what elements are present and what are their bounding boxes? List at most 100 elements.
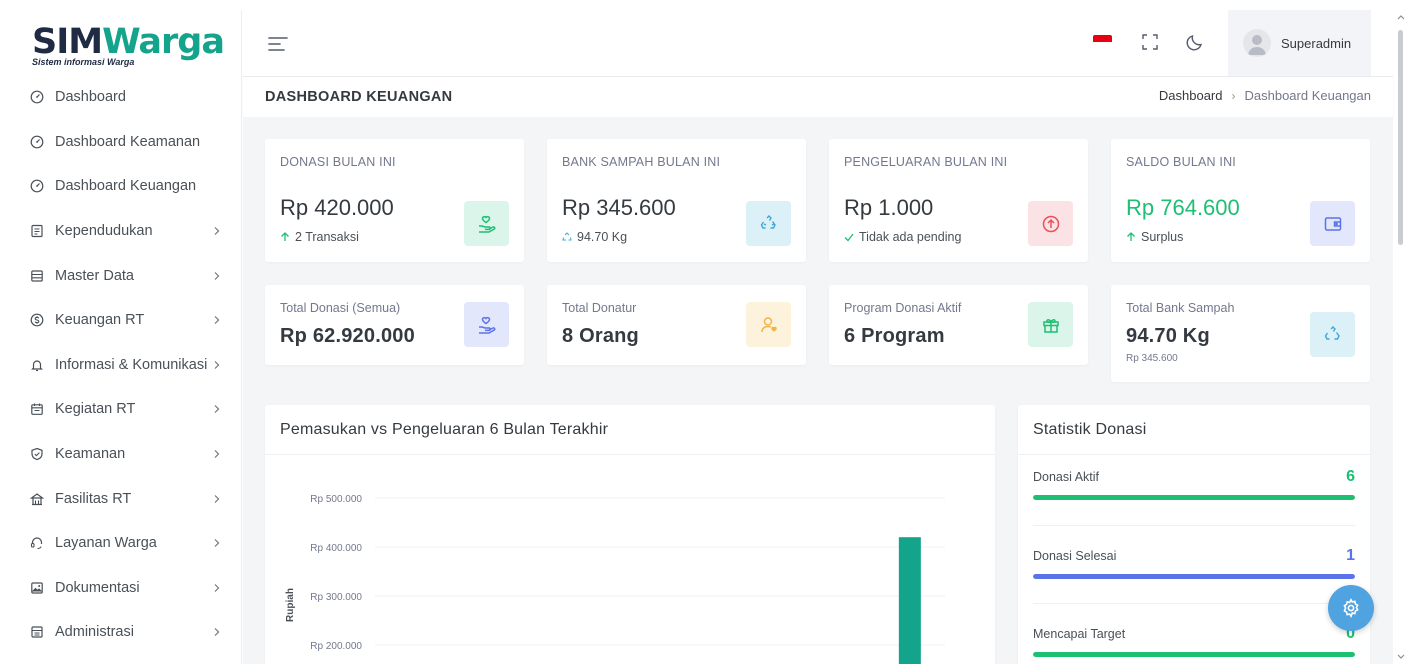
stat-card-total-donatur: Total Donatur 8 Orang (547, 285, 806, 365)
sidebar-item-label: Dashboard Keamanan (55, 133, 201, 150)
chevron-right-icon (212, 404, 222, 414)
kpi-card-bank-sampah: BANK SAMPAH BULAN INI Rp 345.600 94.70 K… (547, 139, 806, 262)
sidebar-item-label: Kependudukan (55, 223, 153, 240)
archive-icon (30, 625, 44, 639)
check-icon (844, 233, 854, 242)
sidebar-item-keuangan-rt[interactable]: Keuangan RT (0, 298, 242, 343)
kpi-sub-text: Surplus (1141, 230, 1184, 244)
building-icon (30, 492, 44, 506)
sidebar-item-dashboard-keamanan[interactable]: Dashboard Keamanan (0, 120, 242, 165)
progress-fill (1033, 495, 1355, 500)
sidebar-item-layanan-warga[interactable]: Layanan Warga (0, 521, 242, 566)
sidebar-item-informasi-komunikasi[interactable]: Informasi & Komunikasi (0, 343, 242, 388)
arrow-up-icon (281, 232, 289, 241)
chart-title: Pemasukan vs Pengeluaran 6 Bulan Terakhi… (280, 421, 609, 438)
sidebar-item-label: Dokumentasi (55, 579, 140, 596)
scroll-up-icon[interactable] (1397, 13, 1405, 21)
y-tick-label: Rp 400.000 (310, 543, 362, 554)
sidebar-item-administrasi[interactable]: Administrasi (0, 610, 242, 655)
sidebar-item-dashboard[interactable]: Dashboard (0, 75, 242, 120)
gift-icon (1028, 302, 1073, 347)
stat-label: Total Donatur (562, 301, 637, 315)
recycle-icon (562, 232, 572, 241)
language-flag-icon[interactable] (1093, 35, 1112, 49)
chart-panel-header: Pemasukan vs Pengeluaran 6 Bulan Terakhi… (265, 405, 995, 455)
sidebar: SIMWarga Sistem informasi Warga Dashboar… (0, 10, 242, 664)
sidebar-item-label: Informasi & Komunikasi (55, 356, 208, 373)
stat-card-bank-sampah: Total Bank Sampah 94.70 Kg Rp 345.600 (1111, 285, 1370, 382)
scroll-down-icon[interactable] (1397, 653, 1405, 661)
user-heart-icon (746, 302, 791, 347)
user-menu[interactable]: Superadmin (1228, 10, 1371, 76)
stat-value: Rp 62.920.000 (280, 325, 415, 347)
chevron-right-icon (212, 226, 222, 236)
progress-fill (1033, 652, 1355, 657)
stat-row-label: Donasi Aktif (1033, 470, 1100, 484)
kpi-value: Rp 1.000 (844, 195, 934, 220)
stat-row-label: Mencapai Target (1033, 627, 1126, 641)
kpi-card-saldo: SALDO BULAN INI Rp 764.600 Surplus (1111, 139, 1370, 262)
brand-logo[interactable]: SIMWarga Sistem informasi Warga (32, 24, 225, 67)
image-icon (30, 581, 44, 595)
kpi-value: Rp 345.600 (562, 195, 676, 220)
chevron-right-icon (212, 360, 222, 370)
hand-heart-icon (464, 201, 509, 246)
y-tick-label: Rp 300.000 (310, 592, 362, 603)
avatar (1243, 29, 1271, 57)
kpi-sub-text: 2 Transaksi (295, 230, 359, 244)
sidebar-item-label: Dashboard (55, 89, 126, 106)
arrow-up-icon (1127, 232, 1135, 241)
stat-label: Total Bank Sampah (1126, 301, 1235, 315)
sidebar-item-master-data[interactable]: Master Data (0, 253, 242, 298)
fullscreen-icon[interactable] (1140, 32, 1160, 52)
sidebar-item-dashboard-keuangan[interactable]: Dashboard Keuangan (0, 164, 242, 209)
breadcrumb: Dashboard › Dashboard Keuangan (1159, 88, 1371, 103)
sidebar-item-label: Administrasi (55, 624, 134, 641)
dashboard-icon (30, 90, 44, 104)
kpi-sub: Surplus (1126, 230, 1183, 244)
stat-row-label: Donasi Selesai (1033, 549, 1117, 563)
kpi-sub: 2 Transaksi (280, 230, 359, 244)
dollar-circle-icon (30, 313, 44, 327)
id-card-icon (30, 224, 44, 238)
sidebar-item-label: Fasilitas RT (55, 490, 132, 507)
main-content: DONASI BULAN INI Rp 420.000 2 Transaksi … (243, 117, 1393, 664)
calendar-icon (30, 402, 44, 416)
chart-bar[interactable] (898, 537, 921, 664)
menu-toggle-icon[interactable] (268, 36, 288, 52)
page-title-bar: DASHBOARD KEUANGAN Dashboard › Dashboard… (243, 77, 1393, 117)
sidebar-item-dokumentasi[interactable]: Dokumentasi (0, 566, 242, 611)
dark-mode-moon-icon[interactable] (1185, 32, 1205, 52)
kpi-label: DONASI BULAN INI (280, 155, 396, 169)
kpi-label: BANK SAMPAH BULAN INI (562, 155, 721, 169)
donation-stats-title: Statistik Donasi (1033, 421, 1147, 438)
database-icon (30, 269, 44, 283)
sidebar-item-fasilitas-rt[interactable]: Fasilitas RT (0, 476, 242, 521)
donation-stats-panel: Statistik Donasi Donasi Aktif 6 Donasi S… (1018, 405, 1370, 664)
kpi-label: SALDO BULAN INI (1126, 155, 1236, 169)
sidebar-item-label: Dashboard Keuangan (55, 178, 197, 195)
sidebar-item-kependudukan[interactable]: Kependudukan (0, 209, 242, 254)
chevron-right-icon (212, 494, 222, 504)
stat-card-total-donasi: Total Donasi (Semua) Rp 62.920.000 (265, 285, 524, 365)
stat-value: 94.70 Kg (1126, 325, 1210, 347)
sidebar-item-label: Keamanan (55, 446, 126, 463)
breadcrumb-link-dashboard[interactable]: Dashboard (1159, 88, 1223, 103)
scrollbar-thumb[interactable] (1398, 30, 1403, 245)
stat-value: 8 Orang (562, 325, 639, 347)
sidebar-item-kegiatan-rt[interactable]: Kegiatan RT (0, 387, 242, 432)
chevron-right-icon (212, 627, 222, 637)
kpi-label: PENGELUARAN BULAN INI (844, 155, 1008, 169)
kpi-sub-text: Tidak ada pending (859, 230, 962, 244)
page-scrollbar[interactable] (1394, 10, 1408, 664)
income-expense-chart: Rp 500.000 Rp 400.000 Rp 300.000 Rp 200.000… (285, 494, 945, 664)
stat-row-value: 6 (1346, 468, 1355, 485)
settings-fab-button[interactable] (1328, 585, 1374, 631)
sidebar-item-keamanan[interactable]: Keamanan (0, 432, 242, 477)
user-name: Superadmin (1281, 35, 1352, 51)
chevron-right-icon (212, 449, 222, 459)
stat-row-value: 1 (1346, 547, 1355, 564)
sidebar-item-label: Kegiatan RT (55, 401, 136, 418)
page-title: DASHBOARD KEUANGAN (265, 89, 453, 105)
chart-panel: Pemasukan vs Pengeluaran 6 Bulan Terakhi… (265, 405, 995, 664)
